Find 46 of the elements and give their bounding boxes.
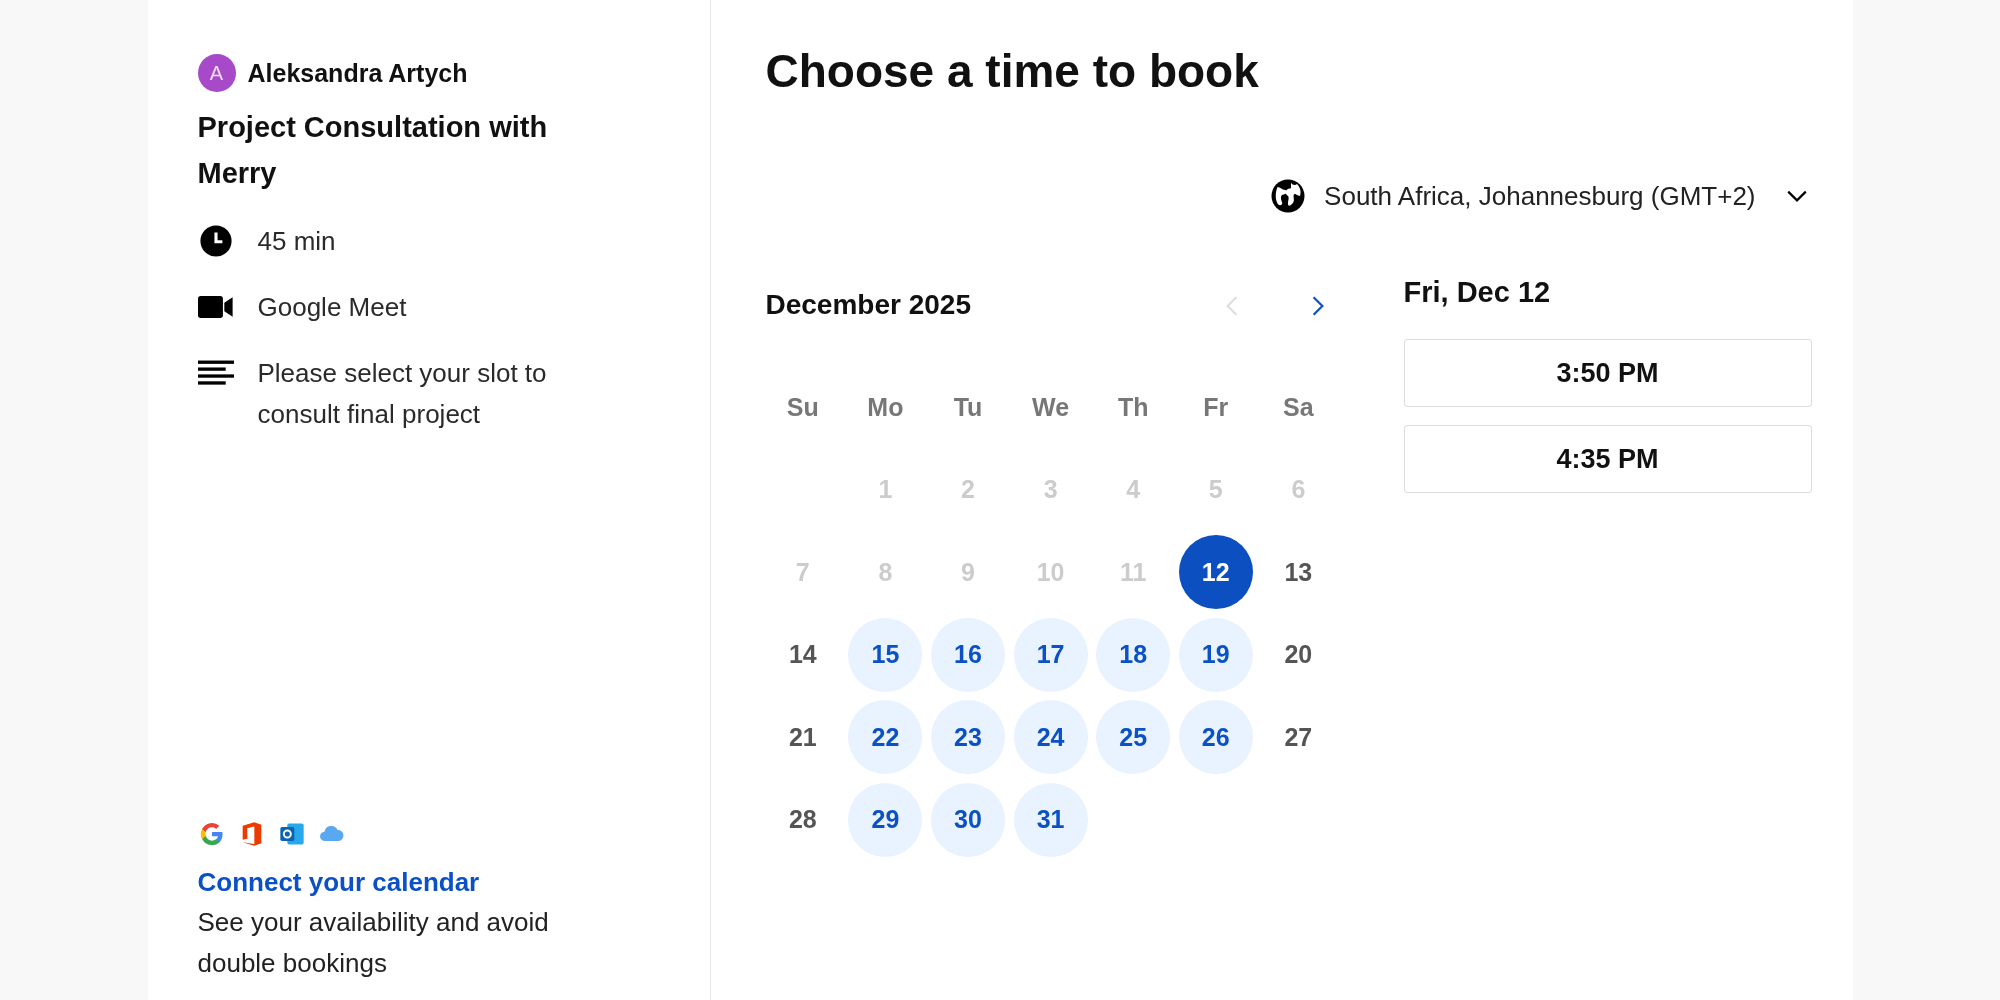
weekday-label: Fr <box>1203 392 1229 422</box>
calendar-day[interactable]: 15 <box>848 617 923 692</box>
chevron-left-icon <box>1224 295 1239 317</box>
page-heading: Choose a time to book <box>765 44 1260 98</box>
detail-text: 45 min <box>257 225 337 258</box>
globe-icon <box>1270 178 1307 214</box>
host-name: Aleksandra Artych <box>247 58 468 88</box>
chevron-down-icon <box>1785 189 1808 203</box>
month-title: December 2025 <box>765 289 971 321</box>
weekday-label: Sa <box>1283 392 1314 422</box>
calendar-day[interactable]: 28 <box>765 782 840 857</box>
calendar-day[interactable]: 26 <box>1178 700 1253 775</box>
calendar-day[interactable]: 25 <box>1096 700 1171 775</box>
calendar-day[interactable]: 30 <box>931 782 1005 857</box>
chevron-right-icon <box>1310 295 1325 317</box>
calendar-day[interactable]: 13 <box>1261 535 1336 610</box>
calendar-day[interactable]: 20 <box>1261 617 1336 692</box>
weekday-label: Su <box>786 392 819 422</box>
weekday-label: Mo <box>867 392 904 422</box>
calendar-day[interactable]: 16 <box>931 617 1005 692</box>
calendar-day[interactable]: 23 <box>931 700 1005 775</box>
time-slot-button[interactable]: 3:50 PM <box>1403 339 1812 407</box>
calendar-day[interactable]: 29 <box>848 782 923 857</box>
connect-calendar-link[interactable]: Connect your calendar <box>197 862 480 902</box>
calendar-day[interactable]: 31 <box>1013 782 1088 857</box>
event-title: Project Consultation with Merry <box>197 110 549 191</box>
calendar-day[interactable]: 14 <box>765 617 840 692</box>
weekday-label: Tu <box>953 392 983 422</box>
detail-text: Please select your slot to consult final project <box>257 357 548 431</box>
calendar-day[interactable]: 19 <box>1178 617 1253 692</box>
connect-description: See your availability and avoid double bookings <box>197 906 550 980</box>
avatar: A <box>197 54 236 92</box>
calendar-day[interactable]: 17 <box>1013 617 1088 692</box>
clock-icon <box>197 224 234 258</box>
calendar-day[interactable]: 27 <box>1261 700 1336 775</box>
detail-text: Google Meet <box>257 291 408 324</box>
weekday-label: We <box>1032 392 1070 422</box>
time-slot-button[interactable]: 4:35 PM <box>1403 425 1812 493</box>
calendar-day[interactable]: 12 <box>1178 535 1253 610</box>
weekday-label: Th <box>1117 392 1149 422</box>
calendar-day[interactable]: 18 <box>1096 617 1171 692</box>
calendar-day[interactable]: 22 <box>848 700 923 775</box>
timezone-dropdown[interactable]: South Africa, Johannesburg (GMT+2) <box>1270 178 1808 214</box>
calendar-day[interactable]: 21 <box>765 700 840 775</box>
calendar-day[interactable]: 24 <box>1013 700 1088 775</box>
selected-date: Fri, Dec 12 <box>1403 276 1552 309</box>
